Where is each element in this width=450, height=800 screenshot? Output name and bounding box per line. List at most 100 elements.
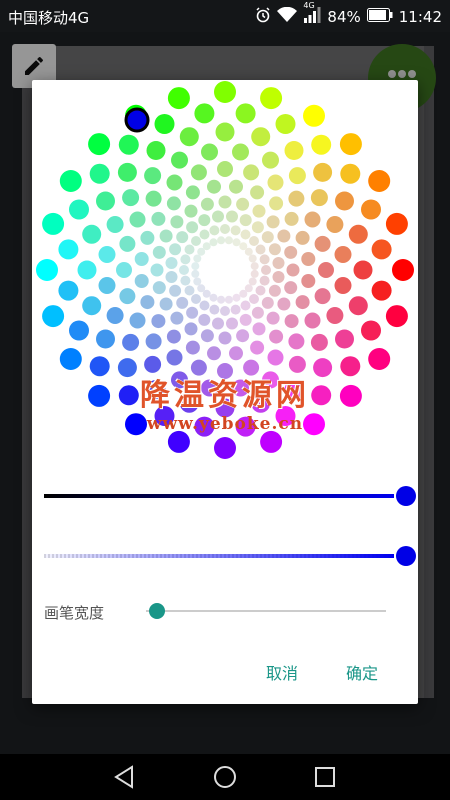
color-swatch[interactable] <box>199 229 210 240</box>
color-swatch[interactable] <box>198 313 211 326</box>
color-swatch[interactable] <box>180 275 191 286</box>
color-swatch[interactable] <box>218 195 232 209</box>
color-swatch[interactable] <box>252 204 266 218</box>
color-swatch[interactable] <box>190 164 207 181</box>
color-swatch[interactable] <box>248 254 257 263</box>
color-swatch[interactable] <box>179 265 189 275</box>
color-swatch[interactable] <box>191 262 200 271</box>
color-swatch[interactable] <box>288 333 305 350</box>
recents-icon[interactable] <box>312 764 338 790</box>
color-swatch[interactable] <box>171 151 188 169</box>
color-swatch[interactable] <box>179 127 199 147</box>
color-swatch[interactable] <box>154 114 175 134</box>
color-swatch[interactable] <box>106 307 124 324</box>
color-swatch[interactable] <box>150 263 164 277</box>
color-swatch[interactable] <box>259 275 270 286</box>
color-swatch[interactable] <box>59 348 82 370</box>
confirm-button[interactable]: 确定 <box>346 660 378 684</box>
color-swatch[interactable] <box>194 103 215 124</box>
color-swatch[interactable] <box>249 294 259 304</box>
color-swatch[interactable] <box>176 231 189 244</box>
color-swatch[interactable] <box>261 231 274 244</box>
color-swatch[interactable] <box>301 252 316 266</box>
color-swatch[interactable] <box>129 211 146 228</box>
color-swatch[interactable] <box>288 167 306 185</box>
color-swatch[interactable] <box>340 163 361 184</box>
color-swatch[interactable] <box>236 197 250 211</box>
color-swatch[interactable] <box>184 285 195 296</box>
color-swatch[interactable] <box>201 143 218 161</box>
color-swatch[interactable] <box>235 103 256 124</box>
color-swatch[interactable] <box>311 134 332 155</box>
color-swatch[interactable] <box>313 162 333 182</box>
color-swatch[interactable] <box>145 190 162 207</box>
color-swatch[interactable] <box>348 224 368 244</box>
color-swatch[interactable] <box>212 317 224 330</box>
color-swatch[interactable] <box>259 254 270 265</box>
color-swatch[interactable] <box>209 238 218 247</box>
color-swatch[interactable] <box>268 284 281 297</box>
color-swatch[interactable] <box>180 254 191 265</box>
color-swatch[interactable] <box>122 189 140 207</box>
color-swatch[interactable] <box>209 304 220 315</box>
color-swatch[interactable] <box>36 259 58 281</box>
color-swatch[interactable] <box>217 236 226 245</box>
color-swatch[interactable] <box>69 199 89 220</box>
cancel-button[interactable]: 取消 <box>266 660 298 684</box>
color-swatch[interactable] <box>106 216 124 233</box>
color-swatch[interactable] <box>151 314 166 329</box>
color-swatch[interactable] <box>119 288 136 305</box>
color-swatch[interactable] <box>239 242 248 251</box>
color-swatch[interactable] <box>88 133 111 156</box>
color-swatch[interactable] <box>269 329 284 344</box>
color-swatch[interactable] <box>261 296 274 309</box>
color-swatch[interactable] <box>371 280 392 301</box>
color-swatch[interactable] <box>269 196 284 211</box>
brush-width-thumb[interactable] <box>149 603 165 619</box>
color-swatch[interactable] <box>288 190 305 207</box>
color-swatch[interactable] <box>314 235 331 252</box>
color-swatch[interactable] <box>335 329 354 349</box>
color-swatch[interactable] <box>193 277 202 286</box>
color-swatch[interactable] <box>146 141 166 160</box>
color-swatch[interactable] <box>255 244 266 255</box>
color-swatch[interactable] <box>96 329 115 349</box>
color-swatch[interactable] <box>207 346 221 361</box>
color-swatch[interactable] <box>303 104 325 127</box>
color-swatch[interactable] <box>184 322 198 336</box>
color-swatch[interactable] <box>335 191 354 211</box>
color-swatch[interactable] <box>236 329 250 343</box>
color-swatch[interactable] <box>212 210 224 223</box>
alpha-slider[interactable] <box>44 544 416 568</box>
color-swatch[interactable] <box>58 239 79 260</box>
color-swatch[interactable] <box>251 306 264 319</box>
color-swatch[interactable] <box>122 333 140 351</box>
color-swatch[interactable] <box>226 210 238 223</box>
color-swatch[interactable] <box>262 151 279 169</box>
lightness-thumb[interactable] <box>396 486 416 506</box>
color-swatch[interactable] <box>248 277 257 286</box>
color-swatch[interactable] <box>268 243 281 256</box>
color-swatch[interactable] <box>198 214 211 227</box>
color-swatch[interactable] <box>214 81 236 103</box>
color-swatch[interactable] <box>197 247 206 256</box>
color-swatch[interactable] <box>361 199 381 220</box>
color-swatch[interactable] <box>226 317 238 330</box>
color-swatch[interactable] <box>220 306 230 316</box>
color-swatch[interactable] <box>392 259 414 281</box>
color-swatch[interactable] <box>217 161 233 177</box>
color-swatch[interactable] <box>77 260 97 280</box>
color-swatch[interactable] <box>82 296 102 316</box>
color-swatch[interactable] <box>59 170 82 192</box>
color-swatch[interactable] <box>220 224 230 234</box>
color-swatch[interactable] <box>140 295 155 310</box>
color-swatch[interactable] <box>89 163 110 184</box>
color-swatch[interactable] <box>152 245 166 259</box>
color-swatch[interactable] <box>301 274 316 288</box>
color-swatch[interactable] <box>165 257 178 269</box>
color-swatch[interactable] <box>232 238 241 247</box>
color-swatch[interactable] <box>159 229 173 243</box>
color-swatch[interactable] <box>251 221 264 234</box>
color-swatch[interactable] <box>134 274 149 288</box>
color-swatch[interactable] <box>42 212 65 235</box>
